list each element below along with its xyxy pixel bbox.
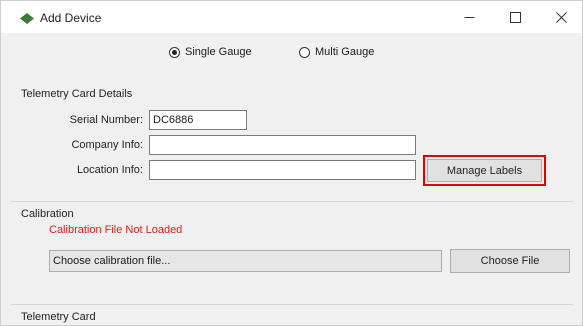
radio-unselected-icon — [299, 46, 310, 58]
telemetry-card-label: Telemetry Card — [21, 311, 96, 323]
maximize-icon — [509, 11, 521, 23]
calibration-status: Calibration File Not Loaded — [49, 224, 183, 236]
company-info-field[interactable] — [149, 135, 416, 155]
choose-file-button[interactable]: Choose File — [450, 249, 570, 273]
calibration-label: Calibration — [21, 208, 74, 220]
serial-number-field[interactable]: DC6886 — [149, 110, 247, 130]
window-title: Add Device — [40, 11, 102, 25]
location-info-label: Location Info: — [76, 164, 143, 176]
minimize-icon — [464, 16, 474, 18]
telemetry-card-details-label: Telemetry Card Details — [21, 88, 133, 100]
company-info-label: Company Info: — [71, 139, 143, 151]
minimize-button[interactable] — [446, 1, 492, 33]
serial-number-label: Serial Number: — [69, 114, 143, 126]
close-button[interactable] — [538, 1, 583, 33]
radio-selected-icon — [169, 46, 180, 58]
manage-labels-highlight — [423, 155, 546, 186]
section-divider — [11, 201, 573, 202]
calibration-file-field[interactable]: Choose calibration file... — [49, 250, 442, 272]
radio-multi-gauge[interactable]: Multi Gauge — [299, 46, 374, 58]
add-device-window: Add Device Single Gauge Multi Gauge Tele… — [0, 0, 583, 326]
radio-label: Single Gauge — [185, 46, 252, 58]
location-info-field[interactable] — [149, 160, 416, 180]
radio-single-gauge[interactable]: Single Gauge — [169, 46, 252, 58]
maximize-button[interactable] — [492, 1, 538, 33]
app-diamond-icon — [20, 13, 34, 24]
title-bar: Add Device — [1, 1, 582, 33]
close-icon — [555, 11, 567, 23]
section-divider — [11, 304, 573, 305]
radio-label: Multi Gauge — [315, 46, 375, 58]
